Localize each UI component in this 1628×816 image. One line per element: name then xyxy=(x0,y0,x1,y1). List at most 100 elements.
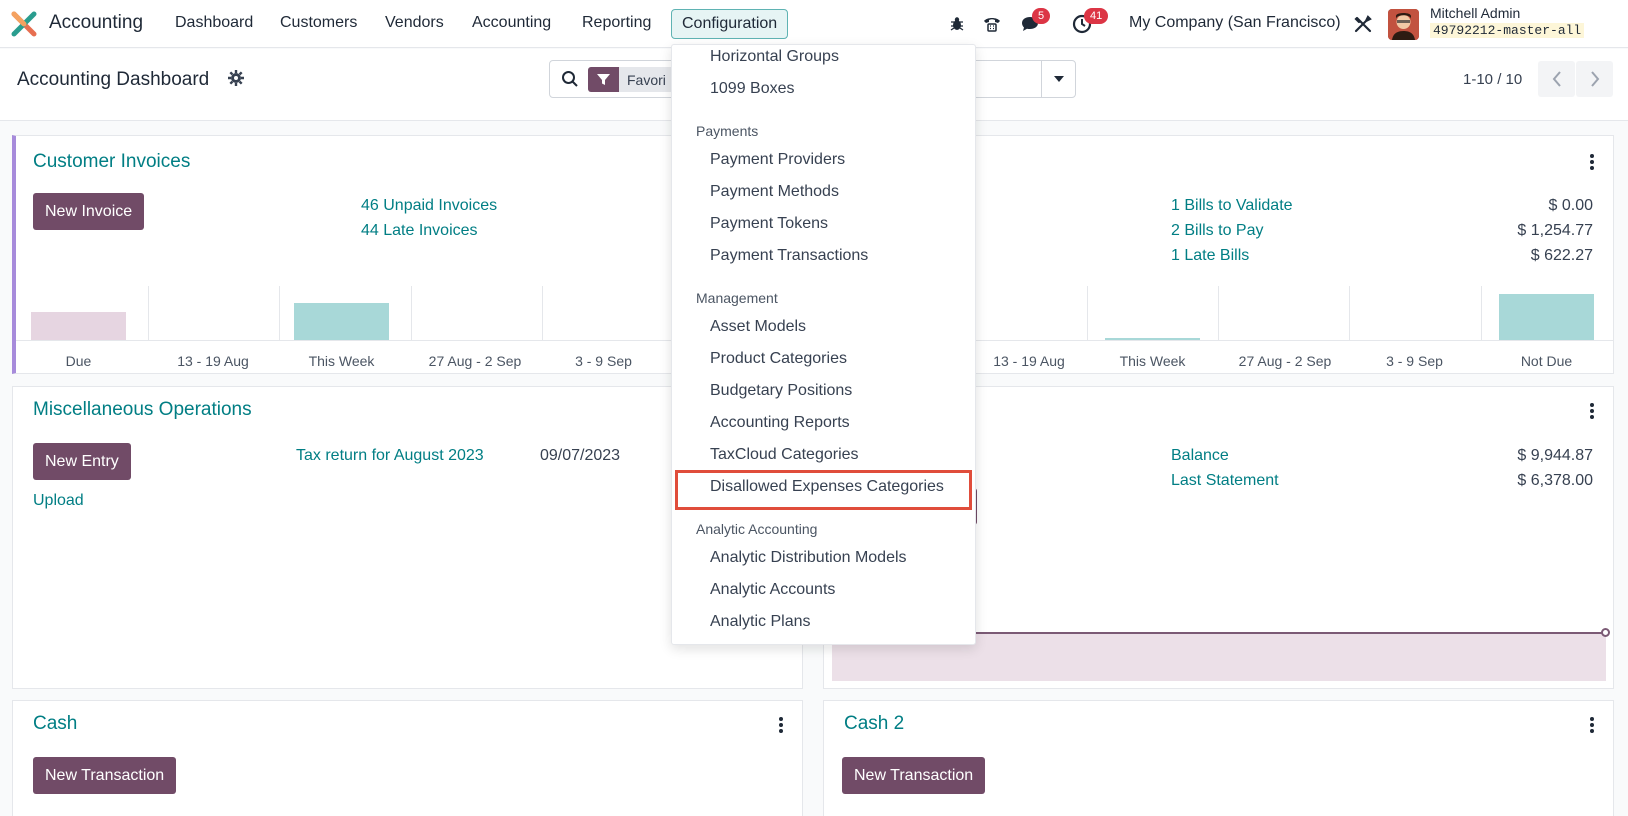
user-avatar[interactable] xyxy=(1388,9,1419,40)
messages-icon[interactable]: 5 xyxy=(1019,8,1051,35)
bills-to-validate-link[interactable]: 1 Bills to Validate xyxy=(1171,197,1293,215)
chart-label: 3 - 9 Sep xyxy=(575,353,632,369)
bills-to-validate-amount: $ 0.00 xyxy=(1548,197,1593,214)
chart-label: 3 - 9 Sep xyxy=(1386,353,1443,369)
unpaid-invoices-link[interactable]: 46 Unpaid Invoices xyxy=(361,197,497,215)
chart-bar-not-due[interactable] xyxy=(1499,294,1594,340)
chart-label: Due xyxy=(65,353,92,369)
chart-gridline xyxy=(1349,286,1350,340)
new-transaction-button[interactable]: New Transaction xyxy=(33,757,177,794)
phone-icon[interactable] xyxy=(981,13,1003,35)
balance-amount: $ 9,944.87 xyxy=(1517,447,1593,464)
company-switcher[interactable]: My Company (San Francisco) xyxy=(1129,14,1341,32)
bills-to-pay-amount: $ 1,254.77 xyxy=(1517,222,1593,239)
card-menu-icon[interactable] xyxy=(1589,402,1595,420)
menu-item-budgetary-positions[interactable]: Budgetary Positions xyxy=(710,382,852,400)
chart-gridline xyxy=(1218,286,1219,340)
bills-to-pay-link[interactable]: 2 Bills to Pay xyxy=(1171,222,1263,240)
highlight-box xyxy=(675,470,972,510)
database-name: 49792212-master-all xyxy=(1430,23,1585,38)
card-menu-icon[interactable] xyxy=(1589,716,1595,734)
facet-label: Favori xyxy=(627,71,666,88)
chart-gridline xyxy=(1481,286,1482,340)
search-facet-favorites[interactable]: Favori xyxy=(588,67,674,92)
card-title[interactable]: Miscellaneous Operations xyxy=(33,399,252,421)
menu-configuration[interactable]: Configuration xyxy=(671,9,789,39)
menu-item-1099-boxes[interactable]: 1099 Boxes xyxy=(710,80,795,98)
menu-item-product-categories[interactable]: Product Categories xyxy=(710,350,847,368)
app-name[interactable]: Accounting xyxy=(49,12,143,34)
card-title[interactable]: Cash 2 xyxy=(844,713,904,735)
accounting-app-logo-icon[interactable] xyxy=(11,11,37,37)
cash-card: Cash New Transaction xyxy=(12,700,803,816)
menu-item-asset-models[interactable]: Asset Models xyxy=(710,318,806,336)
card-title[interactable]: Cash xyxy=(33,713,77,735)
menu-item-payment-methods[interactable]: Payment Methods xyxy=(710,183,839,201)
menu-item-analytic-plans[interactable]: Analytic Plans xyxy=(710,613,811,631)
new-invoice-button[interactable]: New Invoice xyxy=(33,193,145,230)
late-bills-amount: $ 622.27 xyxy=(1530,247,1593,264)
upload-link[interactable]: Upload xyxy=(33,492,84,510)
menu-item-analytic-accounts[interactable]: Analytic Accounts xyxy=(710,581,835,599)
bug-icon[interactable] xyxy=(946,13,968,35)
entry-link[interactable]: Tax return for August 2023 xyxy=(296,447,484,465)
chart-label: 13 - 19 Aug xyxy=(993,353,1065,369)
gear-icon[interactable] xyxy=(228,70,244,91)
menu-item-payment-tokens[interactable]: Payment Tokens xyxy=(710,215,828,233)
chart-label: 27 Aug - 2 Sep xyxy=(1238,353,1332,369)
pager-next-button[interactable] xyxy=(1576,61,1613,97)
page-title: Accounting Dashboard xyxy=(17,69,210,90)
pager-value[interactable]: 1-10 / 10 xyxy=(1463,71,1522,88)
menu-item-horizontal-groups[interactable]: Horizontal Groups xyxy=(710,48,839,66)
chart-gridline xyxy=(279,286,280,340)
last-statement-amount: $ 6,378.00 xyxy=(1517,472,1593,489)
new-entry-button[interactable]: New Entry xyxy=(33,443,131,480)
card-menu-icon[interactable] xyxy=(1589,153,1595,171)
section-header-management: Management xyxy=(696,290,778,306)
chart-label: 13 - 19 Aug xyxy=(177,353,249,369)
pager-previous-button[interactable] xyxy=(1538,61,1575,97)
last-statement-link[interactable]: Last Statement xyxy=(1171,472,1279,490)
top-navbar: Accounting Dashboard Customers Vendors A… xyxy=(0,0,1628,48)
late-bills-link[interactable]: 1 Late Bills xyxy=(1171,247,1249,265)
chart-gridline xyxy=(148,286,149,340)
chart-bar-due[interactable] xyxy=(31,312,126,340)
cash2-card: Cash 2 New Transaction xyxy=(823,700,1614,816)
activities-badge: 41 xyxy=(1084,8,1109,24)
card-menu-icon[interactable] xyxy=(778,716,784,734)
search-icon[interactable] xyxy=(561,70,579,93)
chart-label: This Week xyxy=(1119,353,1186,369)
menu-dashboard[interactable]: Dashboard xyxy=(175,14,253,32)
chart-label: Not Due xyxy=(1520,353,1573,369)
menu-item-analytic-distribution-models[interactable]: Analytic Distribution Models xyxy=(710,549,907,567)
chart-gridline xyxy=(411,286,412,340)
menu-item-accounting-reports[interactable]: Accounting Reports xyxy=(710,414,850,432)
menu-accounting[interactable]: Accounting xyxy=(472,14,551,32)
menu-reporting[interactable]: Reporting xyxy=(582,14,651,32)
menu-item-payment-transactions[interactable]: Payment Transactions xyxy=(710,247,868,265)
chart-label: 27 Aug - 2 Sep xyxy=(428,353,522,369)
menu-item-taxcloud-categories[interactable]: TaxCloud Categories xyxy=(710,446,859,464)
chart-bar-this-week[interactable] xyxy=(294,303,389,340)
search-options-toggle[interactable] xyxy=(1041,61,1075,97)
chart-gridline xyxy=(542,286,543,340)
chart-gridline xyxy=(1087,286,1088,340)
activity-clock-icon[interactable]: 41 xyxy=(1071,8,1109,35)
entry-date: 09/07/2023 xyxy=(540,447,621,464)
section-header-payments: Payments xyxy=(696,123,759,139)
menu-customers[interactable]: Customers xyxy=(280,14,357,32)
new-transaction-button[interactable]: New Transaction xyxy=(842,757,986,794)
balance-chart-point[interactable] xyxy=(1601,628,1610,637)
messages-badge: 5 xyxy=(1032,8,1051,24)
filter-icon xyxy=(588,67,619,92)
late-invoices-link[interactable]: 44 Late Invoices xyxy=(361,222,478,240)
configuration-dropdown-menu: Horizontal Groups 1099 Boxes Payments Pa… xyxy=(671,44,976,645)
user-name[interactable]: Mitchell Admin xyxy=(1430,5,1520,21)
chart-label: This Week xyxy=(308,353,375,369)
section-header-analytic-accounting: Analytic Accounting xyxy=(696,521,818,537)
menu-item-payment-providers[interactable]: Payment Providers xyxy=(710,151,845,169)
debug-tools-icon[interactable] xyxy=(1352,13,1374,35)
card-title[interactable]: Customer Invoices xyxy=(33,151,190,173)
balance-link[interactable]: Balance xyxy=(1171,447,1229,465)
menu-vendors[interactable]: Vendors xyxy=(385,14,444,32)
